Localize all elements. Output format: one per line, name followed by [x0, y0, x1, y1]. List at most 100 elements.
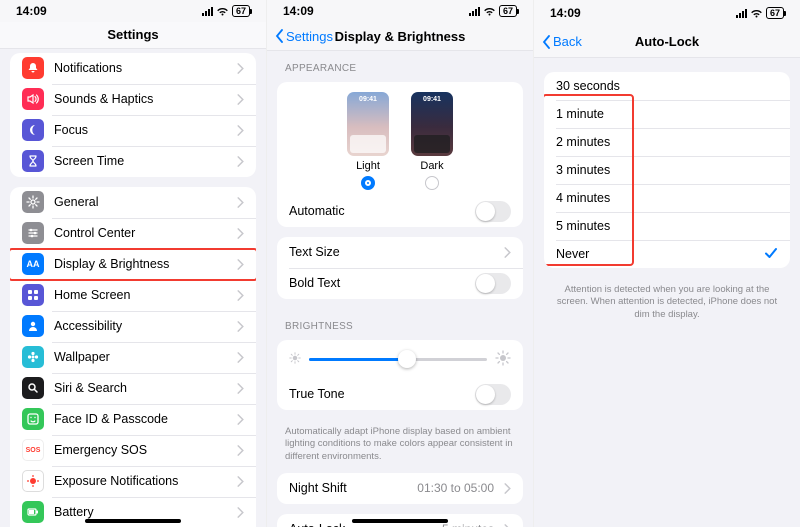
battery-icon: 67	[499, 5, 517, 17]
settings-row-general[interactable]: General	[10, 187, 256, 218]
brightness-slider[interactable]	[309, 358, 487, 361]
autolock-option-30-seconds[interactable]: 30 seconds	[544, 72, 790, 100]
settings-row-notifications[interactable]: Notifications	[10, 53, 256, 84]
settings-row-control-center[interactable]: Control Center	[10, 218, 256, 249]
chevron-left-icon	[275, 29, 284, 43]
status-time: 14:09	[550, 6, 581, 20]
back-button[interactable]: Back	[542, 34, 582, 49]
status-bar: 14:09 67	[0, 0, 266, 22]
chevron-right-icon	[504, 483, 511, 494]
chevron-right-icon	[237, 414, 244, 425]
faceid-icon	[22, 408, 44, 430]
page-title: Settings	[0, 27, 266, 42]
truetone-footer: Automatically adapt iPhone display based…	[267, 420, 533, 463]
option-label: 2 minutes	[556, 135, 778, 149]
automatic-row[interactable]: Automatic	[277, 196, 523, 227]
light-thumbnail: 09:41	[347, 92, 389, 156]
wifi-icon	[483, 6, 496, 16]
settings-row-wallpaper[interactable]: Wallpaper	[10, 342, 256, 373]
settings-row-siri-search[interactable]: Siri & Search	[10, 373, 256, 404]
flower-icon	[22, 346, 44, 368]
settings-row-sounds-haptics[interactable]: Sounds & Haptics	[10, 84, 256, 115]
nav-bar: Settings Display & Brightness	[267, 23, 533, 51]
chevron-right-icon	[237, 63, 244, 74]
chevron-right-icon	[237, 383, 244, 394]
battery-icon	[22, 501, 44, 523]
truetone-toggle[interactable]	[475, 384, 511, 405]
brightness-group: True Tone	[277, 340, 523, 410]
autolock-option-4-minutes[interactable]: 4 minutes	[544, 184, 790, 212]
chevron-right-icon	[237, 445, 244, 456]
true-tone-row[interactable]: True Tone	[277, 379, 523, 410]
settings-row-focus[interactable]: Focus	[10, 115, 256, 146]
row-label: Siri & Search	[54, 381, 227, 395]
option-label: 5 minutes	[556, 219, 778, 233]
settings-row-home-screen[interactable]: Home Screen	[10, 280, 256, 311]
virus-icon	[22, 470, 44, 492]
nightshift-group: Night Shift 01:30 to 05:00	[277, 473, 523, 504]
auto-lock-footer: Attention is detected when you are looki…	[534, 278, 800, 321]
battery-icon: 67	[766, 7, 784, 19]
row-label: Display & Brightness	[54, 257, 227, 271]
back-button[interactable]: Settings	[275, 29, 333, 44]
settings-row-accessibility[interactable]: Accessibility	[10, 311, 256, 342]
chevron-right-icon	[237, 156, 244, 167]
settings-row-face-id-passcode[interactable]: Face ID & Passcode	[10, 404, 256, 435]
brightness-slider-row[interactable]	[277, 340, 523, 379]
row-label: Accessibility	[54, 319, 227, 333]
chevron-right-icon	[504, 247, 511, 258]
sos-icon: SOS	[22, 439, 44, 461]
settings-row-emergency-sos[interactable]: SOSEmergency SOS	[10, 435, 256, 466]
settings-row-screen-time[interactable]: Screen Time	[10, 146, 256, 177]
bell-icon	[22, 57, 44, 79]
option-label: Never	[556, 247, 754, 261]
row-label: Home Screen	[54, 288, 227, 302]
autolock-option-2-minutes[interactable]: 2 minutes	[544, 128, 790, 156]
row-label: Sounds & Haptics	[54, 92, 227, 106]
automatic-toggle[interactable]	[475, 201, 511, 222]
option-label: 3 minutes	[556, 163, 778, 177]
option-label: 4 minutes	[556, 191, 778, 205]
chevron-right-icon	[237, 290, 244, 301]
dark-radio[interactable]	[425, 176, 439, 190]
dark-label: Dark	[420, 160, 443, 172]
appearance-light[interactable]: 09:41 Light	[347, 92, 389, 190]
check-icon	[764, 246, 778, 263]
row-label: Exposure Notifications	[54, 474, 227, 488]
nav-bar: Back Auto-Lock	[534, 26, 800, 58]
autolock-option-never[interactable]: Never	[544, 240, 790, 268]
autolock-option-3-minutes[interactable]: 3 minutes	[544, 156, 790, 184]
battery-icon: 67	[232, 5, 250, 17]
settings-row-exposure-notifications[interactable]: Exposure Notifications	[10, 466, 256, 497]
chevron-right-icon	[237, 507, 244, 518]
light-radio[interactable]	[361, 176, 375, 190]
aa-icon: AA	[22, 253, 44, 275]
chevron-right-icon	[237, 352, 244, 363]
settings-row-display-brightness[interactable]: AA Display & Brightness	[10, 249, 256, 280]
chevron-right-icon	[237, 125, 244, 136]
night-shift-row[interactable]: Night Shift 01:30 to 05:00	[277, 473, 523, 504]
bold-toggle[interactable]	[475, 273, 511, 294]
dark-thumbnail: 09:41	[411, 92, 453, 156]
row-label: Control Center	[54, 226, 227, 240]
auto-lock-options: 30 seconds1 minute 2 minutes 3 minutes 4 mi…	[544, 72, 790, 268]
display-brightness-screen: 14:09 67 Settings Display & Brightness A…	[266, 0, 533, 527]
autolock-option-1-minute[interactable]: 1 minute	[544, 100, 790, 128]
wifi-icon	[750, 8, 763, 18]
autolock-option-5-minutes[interactable]: 5 minutes	[544, 212, 790, 240]
light-label: Light	[356, 160, 380, 172]
text-size-row[interactable]: Text Size	[277, 237, 523, 268]
auto-lock-screen: 14:09 67 Back Auto-Lock 30 seconds1 minu…	[533, 0, 800, 527]
bold-text-row[interactable]: Bold Text	[277, 268, 523, 299]
settings-screen: 14:09 67 Settings Notifications Sounds & …	[0, 0, 266, 527]
gear-icon	[22, 191, 44, 213]
chevron-right-icon	[237, 476, 244, 487]
row-label: Notifications	[54, 61, 227, 75]
row-label: Battery	[54, 505, 227, 519]
row-label: Face ID & Passcode	[54, 412, 227, 426]
chevron-left-icon	[542, 35, 551, 49]
sun-small-icon	[289, 352, 301, 367]
chevron-right-icon	[237, 259, 244, 270]
appearance-dark[interactable]: 09:41 Dark	[411, 92, 453, 190]
status-time: 14:09	[16, 4, 47, 18]
